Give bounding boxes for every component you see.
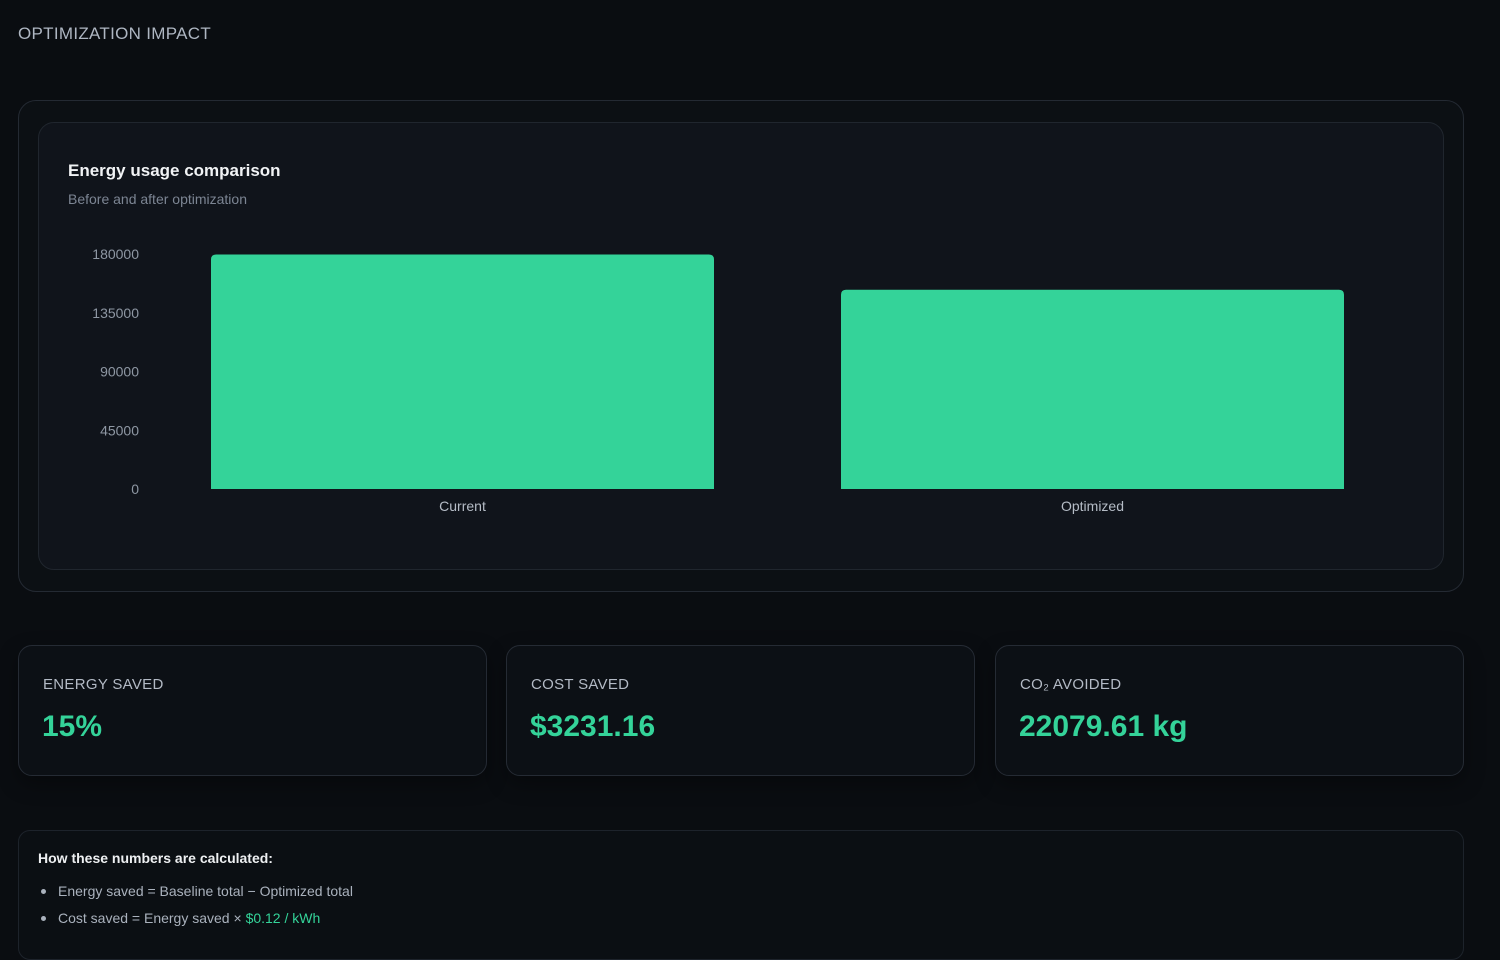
bar-optimized[interactable] bbox=[841, 289, 1344, 489]
x-category-label: Current bbox=[439, 498, 486, 514]
calculation-info-panel: How these numbers are calculated: Energy… bbox=[18, 830, 1464, 960]
info-item-cost: Cost saved = Energy saved × $0.12 / kWh bbox=[40, 908, 353, 935]
chart-card: Energy usage comparison Before and after… bbox=[38, 122, 1444, 570]
chart-panel: Energy usage comparison Before and after… bbox=[18, 100, 1464, 592]
energy-saved-card: ENERGY SAVED 15% bbox=[18, 645, 487, 776]
page-title: OPTIMIZATION IMPACT bbox=[18, 24, 212, 43]
co2-avoided-label: CO₂ AVOIDED bbox=[1020, 676, 1122, 693]
co2-avoided-card: CO₂ AVOIDED 22079.61 kg bbox=[995, 645, 1464, 776]
energy-saved-value: 15% bbox=[42, 710, 103, 743]
y-tick-label: 0 bbox=[131, 481, 139, 497]
rate-accent: $0.12 / kWh bbox=[245, 910, 321, 926]
cost-saved-label: COST SAVED bbox=[531, 676, 630, 693]
y-tick-label: 90000 bbox=[100, 364, 139, 380]
info-list: Energy saved = Baseline total − Optimize… bbox=[40, 881, 353, 935]
cost-saved-value: $3231.16 bbox=[530, 710, 656, 743]
info-title: How these numbers are calculated: bbox=[38, 850, 273, 866]
bar-chart: 0 45000 90000 135000 180000 Current Optimized bbox=[92, 246, 1344, 514]
bar-current[interactable] bbox=[211, 254, 714, 489]
y-tick-label: 180000 bbox=[92, 246, 139, 262]
y-tick-label: 135000 bbox=[92, 305, 139, 321]
co2-avoided-value: 22079.61 kg bbox=[1019, 710, 1188, 743]
y-tick-label: 45000 bbox=[100, 422, 139, 438]
energy-saved-label: ENERGY SAVED bbox=[43, 676, 164, 693]
info-item-energy: Energy saved = Baseline total − Optimize… bbox=[40, 881, 353, 908]
x-category-label: Optimized bbox=[1061, 498, 1124, 514]
cost-saved-card: COST SAVED $3231.16 bbox=[506, 645, 975, 776]
